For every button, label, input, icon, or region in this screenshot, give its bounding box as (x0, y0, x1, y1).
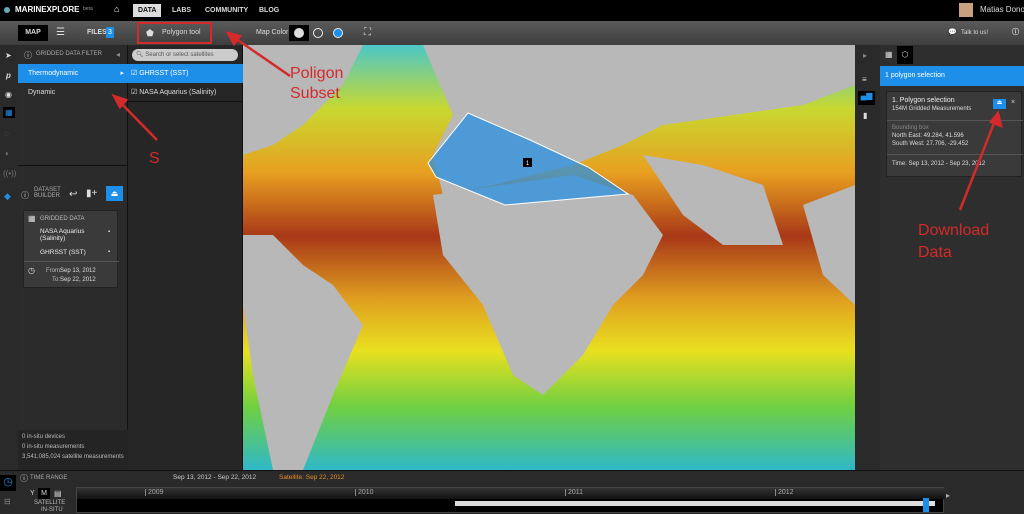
annotation-arrows (111, 31, 1003, 211)
